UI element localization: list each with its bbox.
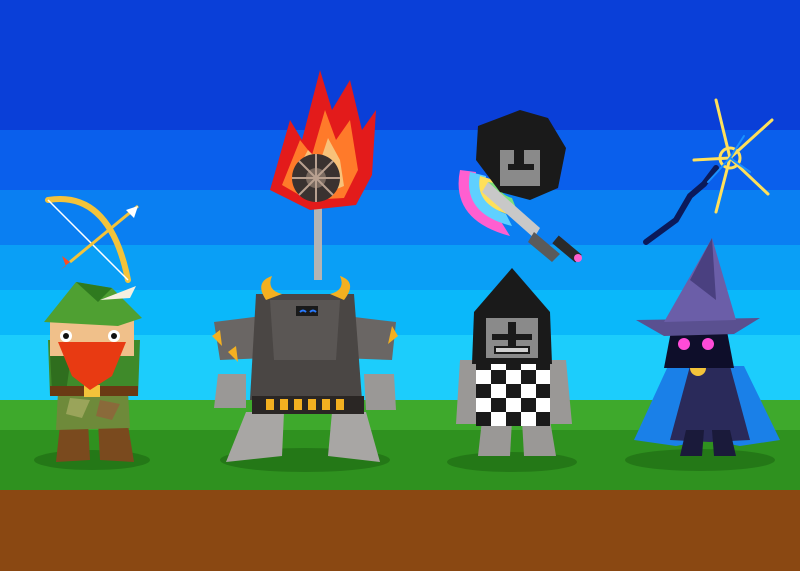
flaming-mace-icon <box>270 70 376 280</box>
warrior-character <box>212 276 398 462</box>
scene-art <box>34 70 780 472</box>
knight-character <box>456 268 572 456</box>
ranger-character <box>44 282 142 462</box>
lightning-staff-icon <box>643 98 774 245</box>
knight-shadow <box>447 452 577 472</box>
bow-and-arrow-icon <box>45 196 139 283</box>
game-scene <box>0 0 800 571</box>
wizard-character <box>634 238 780 456</box>
